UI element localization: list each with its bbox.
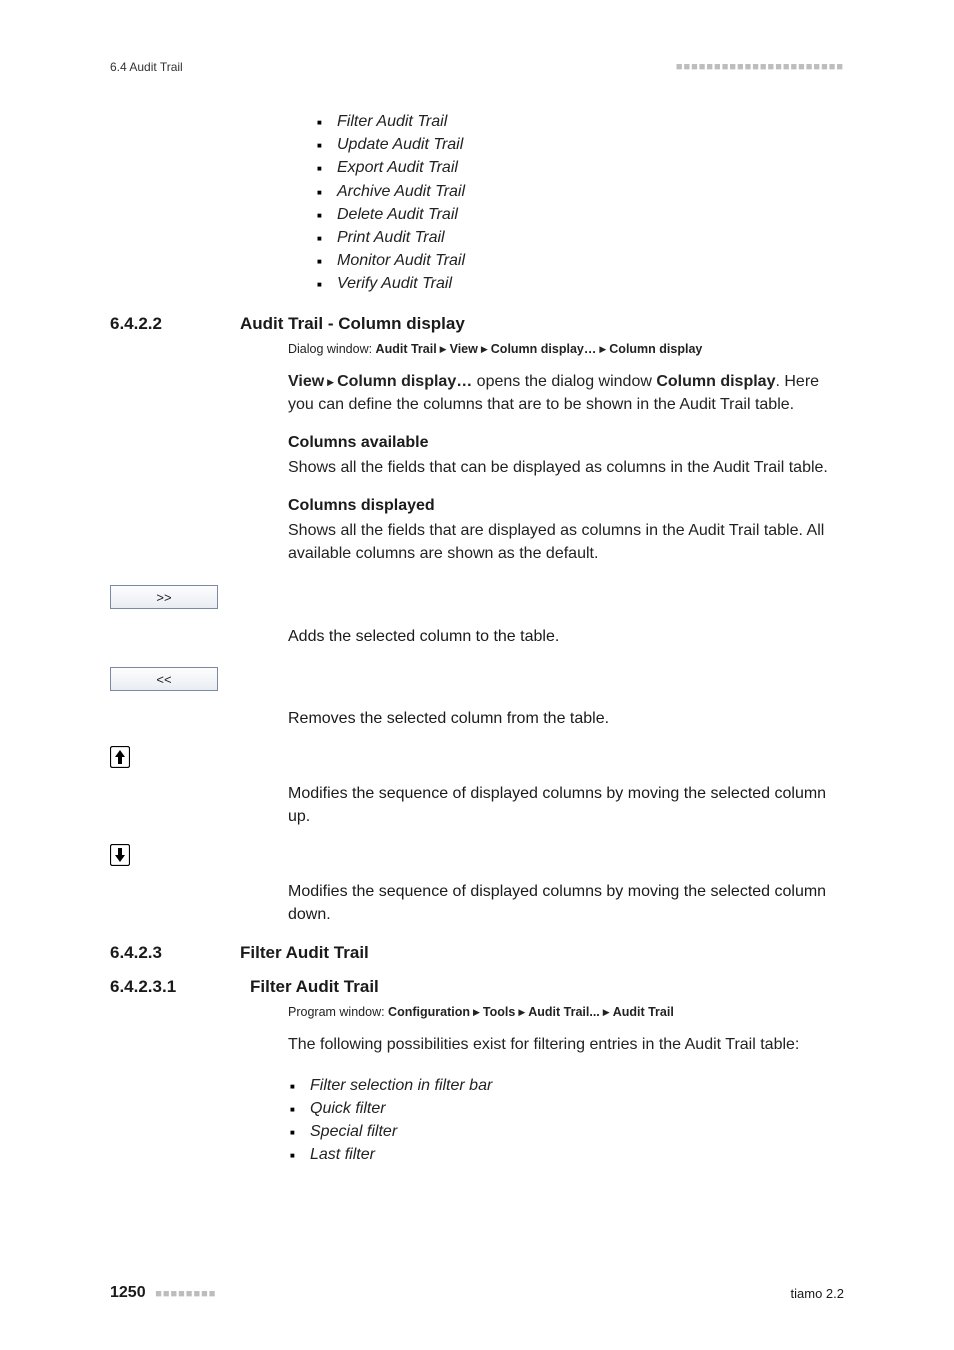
breadcrumb-sep-icon: ▶ bbox=[478, 344, 491, 354]
page-number: 1250 bbox=[110, 1284, 146, 1301]
section-number: 6.4.2.3.1 bbox=[110, 977, 250, 997]
paragraph: The following possibilities exist for fi… bbox=[288, 1033, 844, 1056]
header-ornament: ■■■■■■■■■■■■■■■■■■■■■■ bbox=[676, 61, 844, 73]
running-header: 6.4 Audit Trail bbox=[110, 60, 183, 74]
remove-column-button[interactable]: << bbox=[110, 667, 218, 691]
list-item: Archive Audit Trail bbox=[315, 180, 844, 203]
section-6-4-2-2: 6.4.2.2 Audit Trail - Column display bbox=[110, 314, 844, 334]
section-number: 6.4.2.3 bbox=[110, 943, 240, 963]
dialog-window-path: Dialog window: Audit Trail▶View▶Column d… bbox=[288, 342, 844, 356]
path-part: Tools bbox=[483, 1005, 515, 1019]
move-up-button[interactable] bbox=[110, 746, 844, 768]
path-part: Audit Trail bbox=[613, 1005, 674, 1019]
breadcrumb-sep-icon: ▶ bbox=[324, 377, 337, 387]
list-item: Special filter bbox=[288, 1120, 844, 1143]
list-item: Last filter bbox=[288, 1143, 844, 1166]
text-bold: View bbox=[288, 373, 324, 390]
product-name: tiamo 2.2 bbox=[791, 1286, 844, 1301]
arrow-down-icon bbox=[110, 844, 130, 866]
text-bold: Column display bbox=[656, 373, 775, 390]
list-item: Update Audit Trail bbox=[315, 133, 844, 156]
text: opens the dialog window bbox=[472, 373, 656, 390]
add-column-button[interactable]: >> bbox=[110, 585, 218, 609]
list-item: Print Audit Trail bbox=[315, 226, 844, 249]
path-part: Column display bbox=[609, 342, 702, 356]
path-part: Audit Trail... bbox=[528, 1005, 600, 1019]
list-item: Filter Audit Trail bbox=[315, 110, 844, 133]
button-description: Removes the selected column from the tab… bbox=[288, 707, 844, 730]
paragraph: Shows all the fields that are displayed … bbox=[288, 519, 844, 565]
breadcrumb-sep-icon: ▶ bbox=[600, 1007, 613, 1017]
list-item: Monitor Audit Trail bbox=[315, 249, 844, 272]
section-title: Audit Trail - Column display bbox=[240, 314, 465, 334]
footer-left: 1250 ■■■■■■■■ bbox=[110, 1284, 216, 1302]
paragraph: Shows all the fields that can be display… bbox=[288, 456, 844, 479]
arrow-up-icon bbox=[110, 746, 130, 768]
list-item: Filter selection in filter bar bbox=[288, 1074, 844, 1097]
section-number: 6.4.2.2 bbox=[110, 314, 240, 334]
path-part: Audit Trail bbox=[376, 342, 437, 356]
breadcrumb-sep-icon: ▶ bbox=[470, 1007, 483, 1017]
section-title: Filter Audit Trail bbox=[240, 943, 369, 963]
list-filter-options: Filter selection in filter bar Quick fil… bbox=[288, 1074, 844, 1167]
program-window-path: Program window: Configuration▶Tools▶Audi… bbox=[288, 1005, 844, 1019]
list-item: Delete Audit Trail bbox=[315, 203, 844, 226]
section-title: Filter Audit Trail bbox=[250, 977, 379, 997]
footer-ornament: ■■■■■■■■ bbox=[155, 1288, 216, 1300]
text-bold: Column display… bbox=[337, 373, 472, 390]
breadcrumb-sep-icon: ▶ bbox=[437, 344, 450, 354]
list-item: Export Audit Trail bbox=[315, 156, 844, 179]
list-item: Verify Audit Trail bbox=[315, 272, 844, 295]
paragraph: View▶Column display… opens the dialog wi… bbox=[288, 370, 844, 416]
button-description: Adds the selected column to the table. bbox=[288, 625, 844, 648]
subheading-columns-available: Columns available bbox=[288, 434, 844, 452]
dialog-prefix: Program window: bbox=[288, 1005, 388, 1019]
section-6-4-2-3-1: 6.4.2.3.1 Filter Audit Trail bbox=[110, 977, 844, 997]
list-audit-trail-actions: Filter Audit Trail Update Audit Trail Ex… bbox=[315, 110, 844, 296]
button-description: Modifies the sequence of displayed colum… bbox=[288, 782, 844, 828]
breadcrumb-sep-icon: ▶ bbox=[596, 344, 609, 354]
section-6-4-2-3: 6.4.2.3 Filter Audit Trail bbox=[110, 943, 844, 963]
list-item: Quick filter bbox=[288, 1097, 844, 1120]
path-part: View bbox=[450, 342, 478, 356]
move-down-button[interactable] bbox=[110, 844, 844, 866]
path-part: Column display… bbox=[491, 342, 597, 356]
subheading-columns-displayed: Columns displayed bbox=[288, 497, 844, 515]
path-part: Configuration bbox=[388, 1005, 470, 1019]
button-description: Modifies the sequence of displayed colum… bbox=[288, 880, 844, 926]
dialog-prefix: Dialog window: bbox=[288, 342, 376, 356]
breadcrumb-sep-icon: ▶ bbox=[515, 1007, 528, 1017]
